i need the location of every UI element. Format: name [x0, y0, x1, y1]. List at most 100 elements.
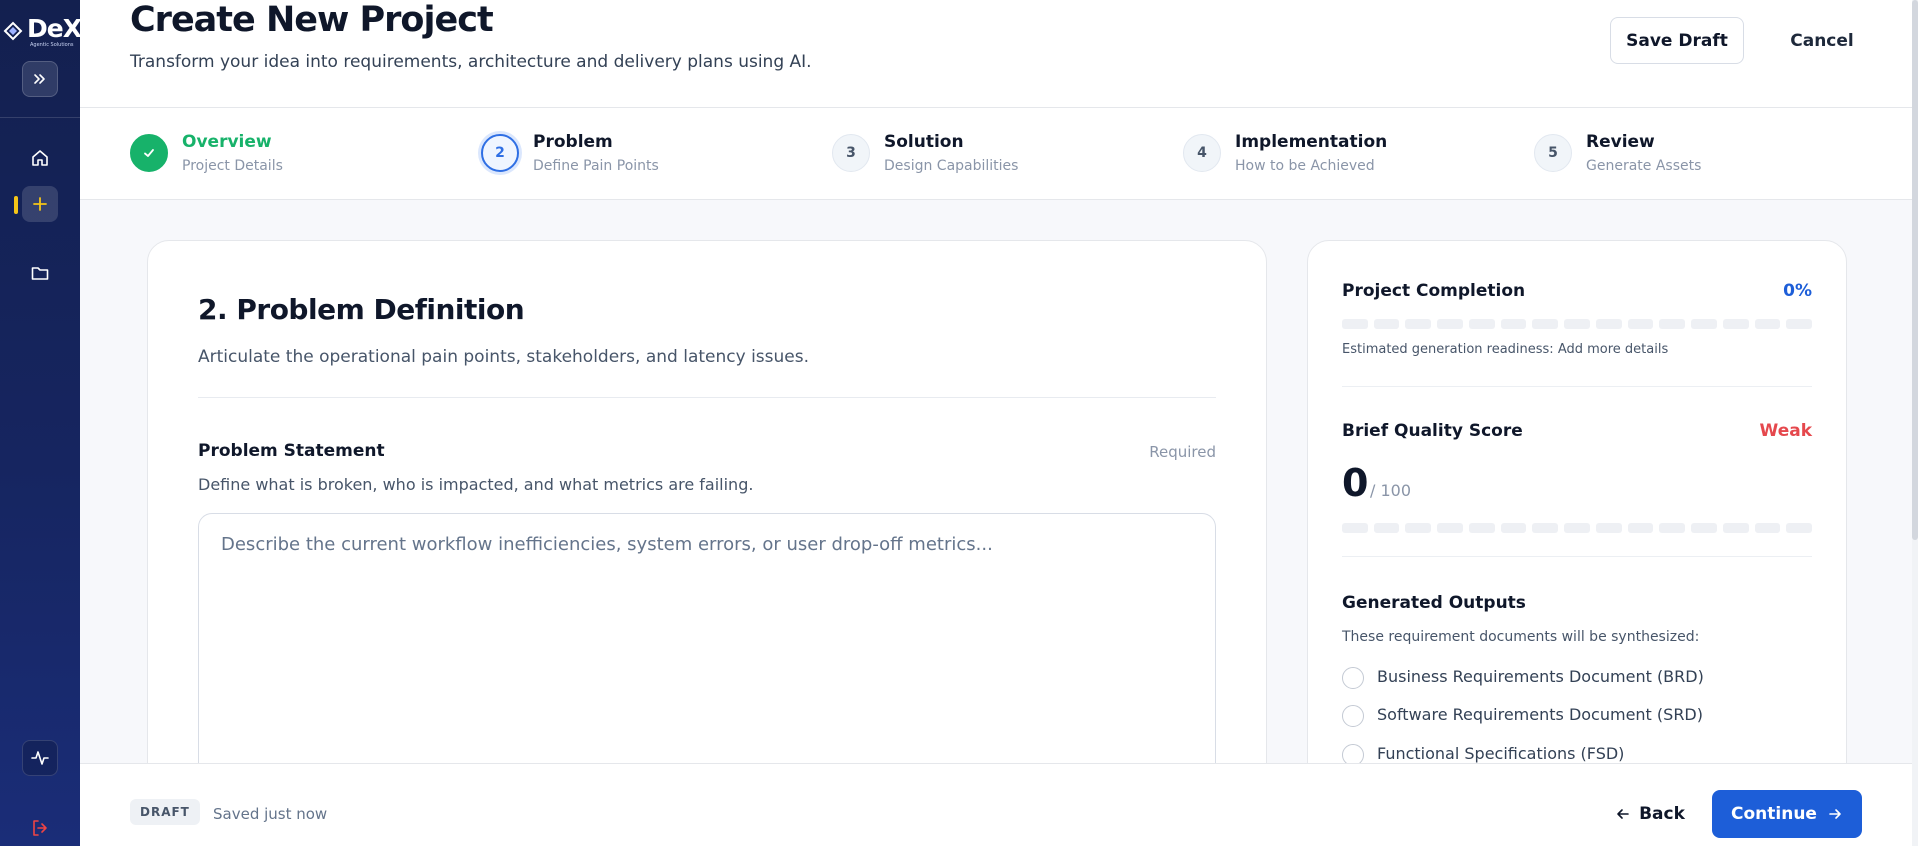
progress-segment [1659, 319, 1686, 329]
progress-segment [1564, 523, 1590, 533]
progress-segment [1754, 319, 1781, 329]
continue-label: Continue [1731, 804, 1817, 824]
progress-segment [1786, 319, 1813, 329]
progress-segment [1532, 523, 1559, 533]
logout-icon [33, 820, 47, 836]
card-divider [198, 397, 1216, 398]
progress-segment [1373, 523, 1400, 533]
progress-segment [1500, 319, 1527, 329]
page-header: Create New Project Transform your idea i… [80, 0, 1912, 108]
cancel-button[interactable]: Cancel [1770, 17, 1874, 64]
quality-progress-bar [1342, 523, 1813, 533]
step-title: Solution [884, 132, 964, 152]
progress-segment [1754, 523, 1781, 533]
side-divider [1342, 556, 1812, 557]
step-title: Overview [182, 132, 272, 152]
progress-segment [1405, 319, 1432, 329]
progress-segment [1373, 319, 1400, 329]
progress-segment [1595, 523, 1622, 533]
back-label: Back [1639, 804, 1685, 824]
logo-mark-icon [3, 21, 23, 41]
home-icon [32, 150, 48, 166]
sidebar-item-home[interactable] [22, 140, 58, 176]
sidebar-expand-button[interactable] [22, 61, 58, 97]
progress-segment [1691, 523, 1717, 533]
progress-segment [1437, 319, 1463, 329]
sidebar-active-indicator [14, 196, 18, 214]
sidebar-divider [0, 117, 80, 118]
step-title: Implementation [1235, 132, 1388, 152]
progress-segment [1532, 319, 1559, 329]
logo-text: DeX [27, 14, 82, 43]
app-logo[interactable]: DeX Agentic Solutions [0, 14, 82, 52]
sidebar-item-projects[interactable] [22, 255, 58, 291]
progress-segment [1405, 523, 1432, 533]
output-radio[interactable] [1342, 705, 1364, 727]
progress-segment [1659, 523, 1686, 533]
page-scrollbar[interactable] [1912, 0, 1918, 846]
quality-score-value: 0 [1342, 461, 1369, 505]
output-label: Functional Specifications (FSD) [1377, 744, 1625, 763]
progress-segment [1722, 523, 1749, 533]
output-label: Software Requirements Document (SRD) [1377, 705, 1703, 724]
output-label: Business Requirements Document (BRD) [1377, 667, 1704, 686]
draft-status-badge: DRAFT [130, 799, 200, 825]
double-chevron-right-icon [34, 74, 45, 84]
save-draft-button[interactable]: Save Draft [1610, 17, 1744, 64]
sidebar-logout-button[interactable] [22, 810, 58, 846]
arrow-left-icon [1617, 809, 1629, 819]
completion-title: Project Completion [1342, 281, 1526, 301]
step-number: 2 [481, 134, 519, 172]
scrollbar-thumb[interactable] [1912, 0, 1918, 540]
progress-segment [1627, 319, 1654, 329]
step-number: 3 [832, 134, 870, 172]
sidebar-item-new-project[interactable] [22, 186, 58, 222]
progress-segment [1468, 523, 1495, 533]
activity-icon [31, 751, 49, 765]
required-indicator: Required [1149, 443, 1216, 461]
section-title: 2. Problem Definition [198, 293, 525, 326]
step-title: Problem [533, 132, 613, 152]
section-description: Articulate the operational pain points, … [198, 347, 810, 367]
saved-status-text: Saved just now [213, 805, 328, 823]
progress-segment [1342, 319, 1368, 329]
outputs-description: These requirement documents will be synt… [1342, 629, 1700, 645]
page-subtitle: Transform your idea into requirements, a… [130, 52, 812, 72]
side-divider [1342, 386, 1812, 387]
progress-segment [1722, 319, 1749, 329]
project-summary-card: Project Completion 0% Estimated generati… [1307, 240, 1847, 846]
problem-statement-help: Define what is broken, who is impacted, … [198, 475, 754, 494]
progress-segment [1786, 523, 1813, 533]
back-button[interactable]: Back [1600, 790, 1700, 838]
progress-segment [1595, 319, 1622, 329]
output-radio[interactable] [1342, 667, 1364, 689]
action-footer: DRAFT Saved just now Back Continue [80, 763, 1912, 846]
sidebar-item-activity[interactable] [22, 740, 58, 776]
progress-stepper: Overview Project Details 2 Problem Defin… [80, 108, 1912, 200]
problem-definition-card: 2. Problem Definition Articulate the ope… [147, 240, 1267, 846]
step-subtitle: Design Capabilities [884, 158, 1019, 174]
progress-segment [1500, 523, 1527, 533]
logo-subtitle: Agentic Solutions [30, 42, 74, 48]
progress-segment [1437, 523, 1463, 533]
arrow-right-icon [1829, 809, 1841, 819]
progress-segment [1468, 319, 1495, 329]
progress-segment [1342, 523, 1368, 533]
plus-icon [33, 197, 47, 211]
progress-segment [1691, 319, 1717, 329]
continue-button[interactable]: Continue [1712, 790, 1862, 838]
completion-note: Estimated generation readiness: Add more… [1342, 342, 1669, 357]
progress-segment [1564, 319, 1590, 329]
problem-statement-label: Problem Statement [198, 441, 385, 461]
step-subtitle: Generate Assets [1586, 158, 1702, 174]
step-number: 5 [1534, 134, 1572, 172]
step-subtitle: Define Pain Points [533, 158, 659, 174]
step-number: 4 [1183, 134, 1221, 172]
sidebar: DeX Agentic Solutions [0, 0, 82, 846]
step-subtitle: Project Details [182, 158, 283, 174]
quality-score-title: Brief Quality Score [1342, 421, 1523, 441]
page-title: Create New Project [130, 0, 494, 40]
step-title: Review [1586, 132, 1655, 152]
step-check-icon [130, 134, 168, 172]
completion-progress-bar [1342, 319, 1813, 329]
